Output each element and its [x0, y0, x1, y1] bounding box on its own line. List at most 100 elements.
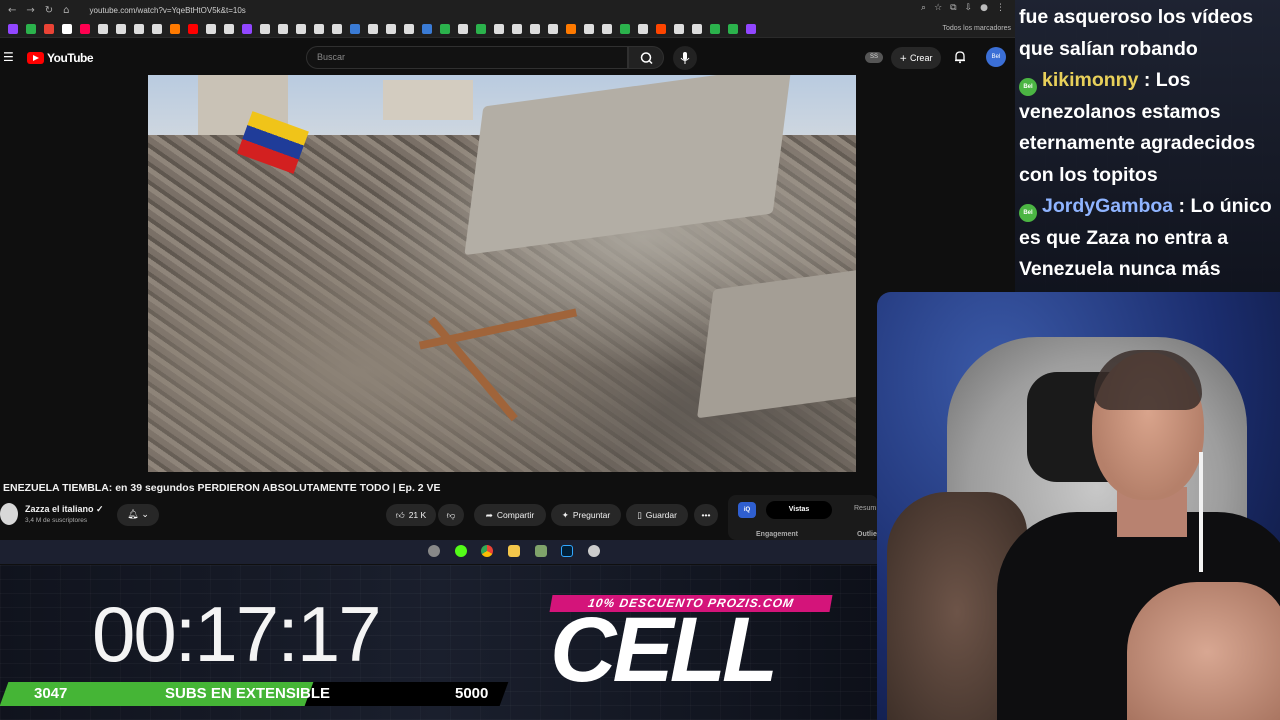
- zoom-icon[interactable]: ⌕: [921, 3, 926, 13]
- bookmark-icon[interactable]: [422, 24, 432, 34]
- bookmark-icon[interactable]: [314, 24, 324, 34]
- hamburger-menu-icon[interactable]: ☰: [3, 50, 14, 64]
- bookmark-icon[interactable]: [746, 24, 756, 34]
- all-bookmarks[interactable]: Todos los marcadores: [943, 25, 1011, 32]
- taskbar-photoshop-icon[interactable]: [561, 545, 573, 557]
- bookmark-tiktok-icon[interactable]: [80, 24, 90, 34]
- more-actions-button[interactable]: •••: [694, 504, 718, 526]
- bookmark-youtube-icon[interactable]: [188, 24, 198, 34]
- download-icon[interactable]: ⇩: [965, 3, 973, 13]
- bookmark-icon[interactable]: [224, 24, 234, 34]
- bookmark-icon[interactable]: [350, 24, 360, 34]
- subs-goal-label: SUBS EN EXTENSIBLE: [165, 685, 331, 702]
- bookmark-icon[interactable]: [134, 24, 144, 34]
- bookmark-icon[interactable]: [494, 24, 504, 34]
- bookmark-icon[interactable]: [440, 24, 450, 34]
- share-button[interactable]: ➦ Compartir: [474, 504, 546, 526]
- iq-icon[interactable]: iQ: [738, 502, 756, 518]
- bookmark-icon: ▯: [637, 511, 642, 521]
- like-button[interactable]: 👍︎ 21 K: [386, 504, 436, 526]
- profile-icon[interactable]: ●: [980, 3, 988, 13]
- bookmark-icon[interactable]: [656, 24, 666, 34]
- video-building: [383, 80, 473, 120]
- taskbar-chrome-icon[interactable]: [481, 545, 493, 557]
- bookmark-twitch-icon[interactable]: [8, 24, 18, 34]
- save-button[interactable]: ▯ Guardar: [626, 504, 688, 526]
- taskbar-folder-icon[interactable]: [508, 545, 520, 557]
- search-button[interactable]: [628, 46, 664, 69]
- taskbar-app-icon[interactable]: [535, 545, 547, 557]
- bookmark-icon[interactable]: [368, 24, 378, 34]
- bookmark-icon[interactable]: [566, 24, 576, 34]
- voice-search-button[interactable]: [673, 46, 697, 70]
- bookmark-icon[interactable]: [692, 24, 702, 34]
- bookmark-icon[interactable]: [152, 24, 162, 34]
- bookmark-icon[interactable]: [116, 24, 126, 34]
- browser-actions: ⌕ ☆ ⧉ ⇩ ● ⋮: [921, 3, 1005, 13]
- taskbar-kick-icon[interactable]: [455, 545, 467, 557]
- bookmark-x-icon[interactable]: [62, 24, 72, 34]
- chat-messages: fue asqueroso los vídeos que salían roba…: [1019, 2, 1280, 286]
- thumbs-down-icon: 👎︎: [446, 511, 456, 521]
- channel-subscribers: 3,4 M de suscriptores: [25, 517, 88, 524]
- subscription-bell-button[interactable]: 🔔︎ ⌄: [117, 504, 159, 526]
- bookmark-icon[interactable]: [458, 24, 468, 34]
- bookmark-icon[interactable]: [278, 24, 288, 34]
- browser-window: ← → ↻ ⌂ youtube.com/watch?v=YqeBtHtOV5k&…: [0, 0, 1015, 565]
- menu-icon[interactable]: ⋮: [996, 3, 1005, 13]
- channel-avatar[interactable]: [0, 503, 18, 525]
- bookmark-icon[interactable]: [404, 24, 414, 34]
- user-avatar[interactable]: Bel: [986, 47, 1006, 67]
- reload-icon[interactable]: ↻: [45, 5, 53, 16]
- bookmark-icon[interactable]: [602, 24, 612, 34]
- engagement-label: Engagement: [756, 531, 799, 538]
- url-field[interactable]: youtube.com/watch?v=YqeBtHtOV5k&t=10s: [90, 6, 246, 15]
- chat-text: fue asqueroso los vídeos que salían roba…: [1019, 6, 1254, 60]
- bookmark-icon[interactable]: [530, 24, 540, 34]
- tab-resumen[interactable]: Resum: [854, 505, 876, 512]
- bookmark-icon[interactable]: [386, 24, 396, 34]
- bookmark-icon[interactable]: [584, 24, 594, 34]
- bookmark-icon[interactable]: [242, 24, 252, 34]
- forward-icon[interactable]: →: [26, 5, 34, 16]
- notifications-bell-icon[interactable]: [953, 50, 967, 64]
- bookmark-icon[interactable]: [170, 24, 180, 34]
- youtube-logo[interactable]: YouTube: [27, 51, 94, 65]
- dislike-button[interactable]: 👎︎: [438, 504, 464, 526]
- save-label: Guardar: [645, 510, 677, 520]
- bookmark-icon[interactable]: [98, 24, 108, 34]
- bookmark-icon[interactable]: [476, 24, 486, 34]
- bookmark-icon[interactable]: [512, 24, 522, 34]
- bookmark-icon[interactable]: [674, 24, 684, 34]
- bookmark-icon[interactable]: [620, 24, 630, 34]
- bookmark-kick-icon[interactable]: [26, 24, 36, 34]
- search-input[interactable]: Buscar: [306, 46, 628, 69]
- video-player[interactable]: [148, 75, 856, 472]
- bookmark-icon[interactable]: [206, 24, 216, 34]
- channel-name[interactable]: Zazza el italiano ✓: [25, 504, 104, 515]
- create-button[interactable]: + Crear: [891, 47, 941, 69]
- bookmark-icon[interactable]: [638, 24, 648, 34]
- bookmark-icon[interactable]: [296, 24, 306, 34]
- bookmark-icon[interactable]: [710, 24, 720, 34]
- ss-badge[interactable]: SS: [865, 52, 883, 63]
- bookmark-gmail-icon[interactable]: [44, 24, 54, 34]
- taskbar-app-icon[interactable]: [428, 545, 440, 557]
- extensions-icon[interactable]: ⧉: [950, 3, 956, 13]
- chat-message: Bel kikimonny : Los venezolanos estamos e…: [1019, 69, 1256, 186]
- share-icon: ➦: [485, 511, 493, 521]
- subs-current: 3047: [34, 685, 68, 702]
- outlier-label: Outlie: [857, 531, 877, 538]
- home-icon[interactable]: ⌂: [63, 5, 69, 16]
- bookmark-icon[interactable]: [260, 24, 270, 34]
- tab-vistas[interactable]: Vistas: [766, 501, 832, 519]
- star-icon[interactable]: ☆: [934, 3, 942, 13]
- youtube-header: ☰ YouTube Buscar SS + Crear Bel: [0, 38, 1015, 75]
- taskbar-app-icon[interactable]: [588, 545, 600, 557]
- bookmark-icon[interactable]: [548, 24, 558, 34]
- back-icon[interactable]: ←: [8, 5, 16, 16]
- bookmark-icon[interactable]: [728, 24, 738, 34]
- chat-username: kikimonny: [1042, 69, 1139, 91]
- ask-button[interactable]: ✦ Preguntar: [551, 504, 621, 526]
- bookmark-icon[interactable]: [332, 24, 342, 34]
